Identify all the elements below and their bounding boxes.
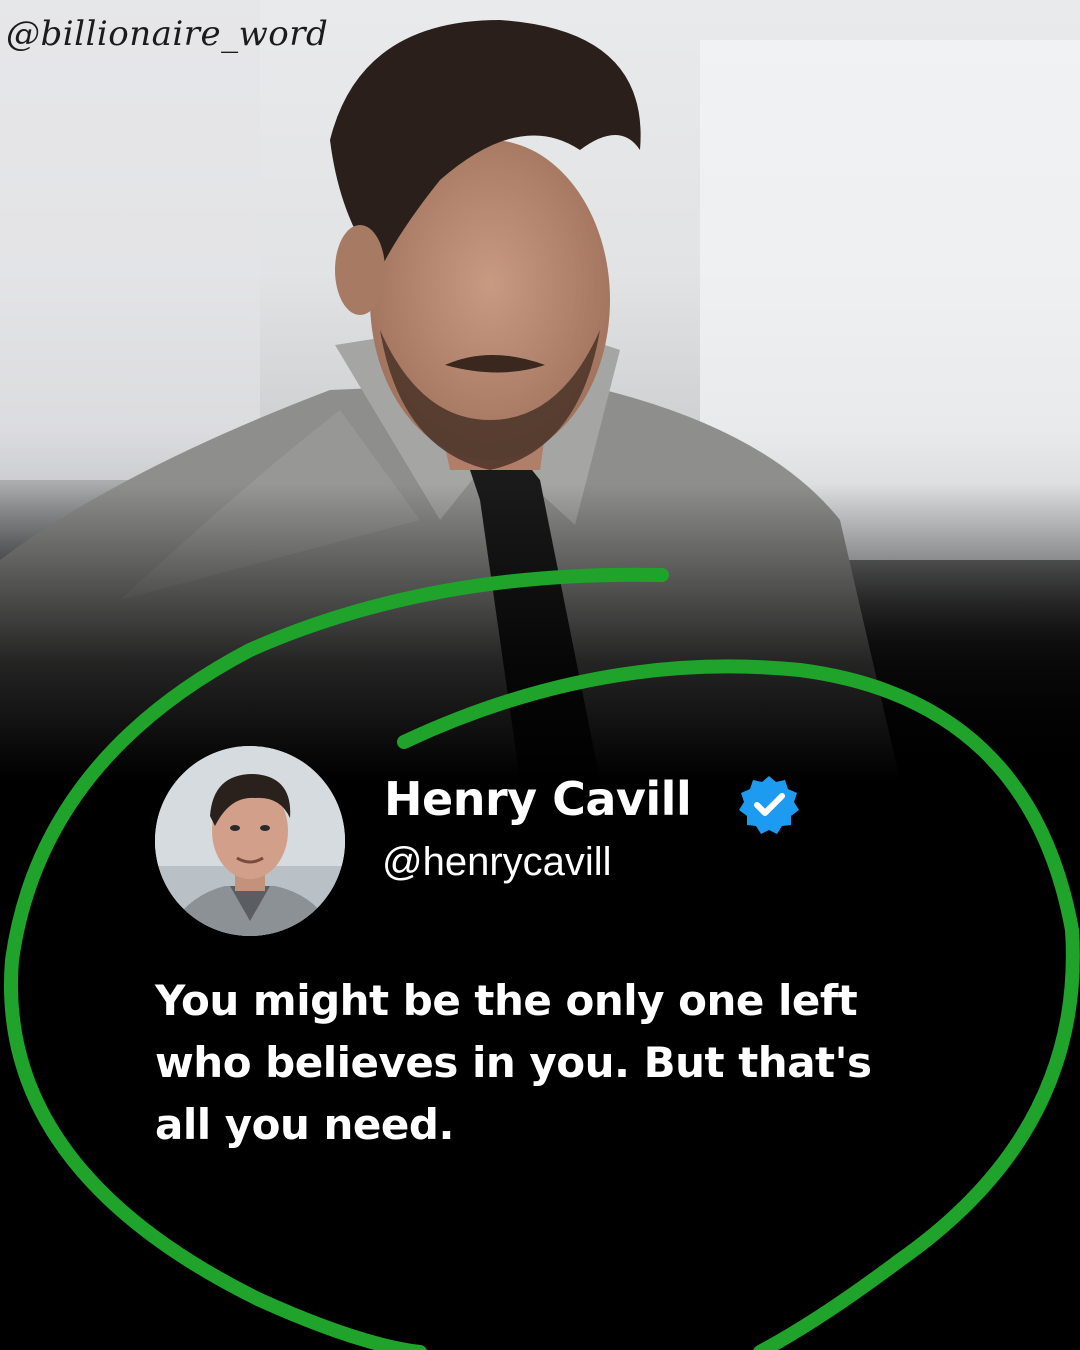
display-name[interactable]: Henry Cavill bbox=[384, 772, 692, 826]
tweet-text: You might be the only one left who belie… bbox=[155, 976, 872, 1149]
avatar[interactable] bbox=[155, 746, 345, 936]
quote-post: @billionaire_word Henry Cavill @henrycav… bbox=[0, 0, 1080, 1350]
user-handle[interactable]: @henrycavill bbox=[382, 840, 612, 885]
header-photo: @billionaire_word bbox=[0, 0, 1080, 780]
watermark: @billionaire_word bbox=[6, 14, 329, 54]
verified-badge-icon bbox=[737, 772, 801, 836]
profile-photo bbox=[155, 746, 345, 936]
